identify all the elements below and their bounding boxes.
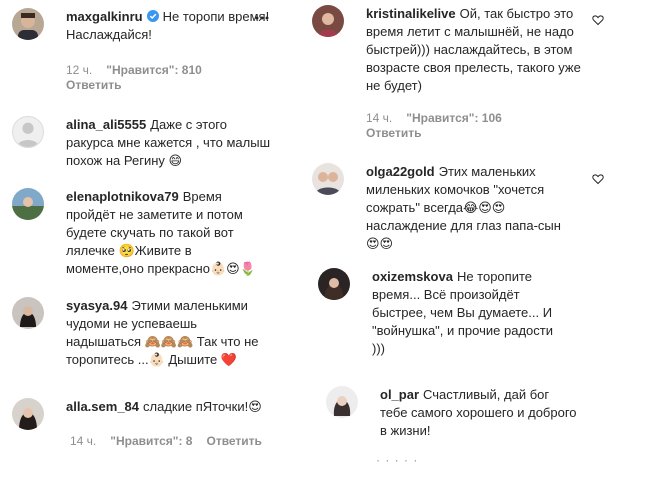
comment-meta: 14 ч. "Нравится": 8 Ответить — [70, 434, 276, 448]
avatar[interactable] — [12, 8, 44, 40]
comment-item: alina_ali5555 Даже с этого ракурса мне ка… — [12, 116, 302, 176]
fade-overlay — [576, 388, 656, 448]
username[interactable]: alla.sem_84 — [66, 399, 139, 414]
comment-item: alla.sem_84 сладкие пЯточки!😍 14 ч. "Нрави… — [12, 398, 302, 458]
username[interactable]: elenaplotnikova79 — [66, 189, 179, 204]
emoji: 😍 — [248, 399, 262, 414]
avatar[interactable] — [326, 386, 358, 418]
comment-item: olga22gold Этих маленьких миленьких комоч… — [312, 163, 612, 253]
reply-row: Ответить — [366, 126, 435, 140]
reply-row: Ответить — [66, 78, 135, 92]
avatar[interactable] — [12, 188, 44, 220]
like-heart-icon[interactable] — [592, 173, 604, 185]
verified-badge-icon — [146, 10, 159, 22]
username[interactable]: maxgalkinru — [66, 9, 143, 24]
username[interactable]: alina_ali5555 — [66, 117, 146, 132]
emoji: 👶🏻 — [148, 352, 165, 367]
comment-item: syasya.94 Этими маленькими чудоми не успе… — [12, 297, 302, 377]
emoji: ❤️ — [220, 352, 238, 367]
comment-item: kristinalikelive Ой, так быстро это время… — [312, 5, 612, 145]
comment-meta: 12 ч. "Нравится": 810 — [66, 63, 216, 77]
likes-count[interactable]: "Нравится": 106 — [406, 111, 502, 125]
comment-text: ol_par Счастливый, дай бог тебе самого хо… — [380, 386, 580, 440]
reply-button[interactable]: Ответить — [66, 78, 121, 92]
username[interactable]: oxizemskova — [372, 269, 453, 284]
comment-time[interactable]: 14 ч. — [366, 111, 392, 125]
comment-meta: 14 ч. "Нравится": 106 — [366, 111, 516, 125]
likes-count[interactable]: "Нравится": 8 — [110, 434, 192, 448]
comment-text: kristinalikelive Ой, так быстро это время… — [366, 5, 582, 95]
comment-time[interactable]: 12 ч. — [66, 63, 92, 77]
comment-text: alina_ali5555 Даже с этого ракурса мне ка… — [66, 116, 272, 170]
comment-text: maxgalkinru Не торопи время! Наслаждайся! — [66, 8, 280, 44]
comment-time[interactable]: 14 ч. — [70, 434, 96, 448]
avatar[interactable] — [12, 398, 44, 430]
username[interactable]: syasya.94 — [66, 298, 127, 313]
avatar[interactable] — [312, 5, 344, 37]
avatar[interactable] — [12, 297, 44, 329]
reply-button[interactable]: Ответить — [366, 126, 421, 140]
reply-button[interactable]: Ответить — [206, 434, 261, 448]
emoji: 🙈🙈🙈 — [144, 334, 194, 349]
emoji: 😂😍😍 — [463, 200, 506, 215]
username[interactable]: kristinalikelive — [366, 6, 456, 21]
comment-body-3: Дышите — [168, 352, 218, 367]
emoji: 👶🏻😍🌷 — [209, 261, 256, 276]
emoji: 😍😍 — [366, 236, 394, 251]
likes-count[interactable]: "Нравится": 810 — [106, 63, 202, 77]
like-heart-icon[interactable] — [592, 14, 604, 26]
comment-body: сладкие пЯточки! — [143, 399, 249, 414]
avatar[interactable] — [312, 163, 344, 195]
avatar[interactable] — [12, 116, 44, 148]
comment-text: alla.sem_84 сладкие пЯточки!😍 — [66, 398, 286, 416]
username[interactable]: olga22gold — [366, 164, 435, 179]
load-more-indicator[interactable]: · · · · · — [376, 453, 418, 467]
comment-body-2: наслаждение для глаз папа-сын — [366, 218, 561, 233]
comment-item: maxgalkinru Не торопи время! Наслаждайся!… — [12, 8, 302, 118]
comment-text: olga22gold Этих маленьких миленьких комоч… — [366, 163, 566, 253]
comment-text: elenaplotnikova79 Время пройдёт не замети… — [66, 188, 256, 278]
comment-text: oxizemskova Не торопите время... Всё прои… — [372, 268, 568, 358]
comment-item: elenaplotnikova79 Время пройдёт не замети… — [12, 188, 302, 278]
more-options-icon[interactable] — [254, 15, 270, 21]
avatar[interactable] — [318, 268, 350, 300]
comment-text: syasya.94 Этими маленькими чудоми не успе… — [66, 297, 266, 369]
emoji: 😄 — [168, 153, 183, 168]
username[interactable]: ol_par — [380, 387, 419, 402]
comment-item: oxizemskova Не торопите время... Всё прои… — [318, 268, 618, 358]
